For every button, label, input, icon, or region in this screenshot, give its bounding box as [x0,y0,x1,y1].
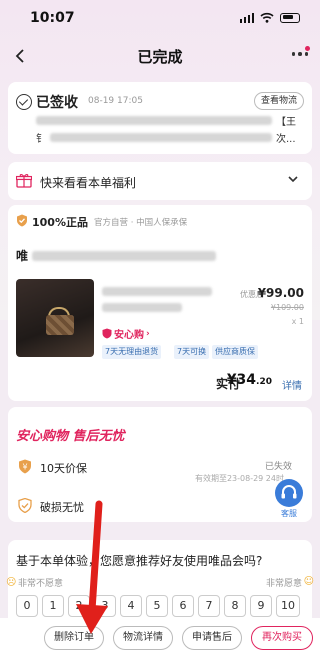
service-tag: 7天可换 [174,345,210,359]
logistics-detail-button[interactable]: 物流详情 [113,626,173,650]
blurred-product-spec-2 [102,303,182,312]
score-option[interactable]: 7 [198,595,220,617]
anxin-label: 安心购 [114,330,144,341]
shield-icon [102,328,112,339]
check-circle-icon [16,94,32,110]
score-option[interactable]: 6 [172,595,194,617]
blurred-address-line-2 [50,133,272,142]
customer-service-label: 客服 [281,509,297,518]
order-card: 100%正品 官方自营 · 中国人保承保 唯 优惠后 ¥99.00 ¥109.0… [8,205,312,401]
blurred-product-title [32,251,216,261]
notification-dot [305,46,310,51]
customer-service-button[interactable]: 客服 [274,479,304,521]
love-face-icon: ☺ [303,576,314,587]
svg-text:¥: ¥ [22,463,27,472]
assurance-row-label: 10天价保 [40,462,87,475]
score-option[interactable]: 0 [16,595,38,617]
nav-bar: 已完成 [0,36,320,76]
signal-icon [239,12,254,23]
product-price: ¥99.00 [257,286,304,300]
original-price: ¥109.00 [270,303,304,312]
delivery-time: 08-19 17:05 [88,96,143,106]
score-option[interactable]: 5 [146,595,168,617]
shield-badge-icon [17,214,27,227]
page-title: 已完成 [137,48,183,66]
battery-icon [280,12,300,23]
more-dot-icon [291,52,295,56]
survey-low-label: 非常不愿意 [18,579,64,589]
assurance-row-label: 破损无忧 [40,501,84,514]
price-protect-icon: ¥ [19,459,31,474]
score-option[interactable]: 9 [250,595,272,617]
welfare-card[interactable]: 快来看看本单福利 [8,162,312,200]
detail-link[interactable]: 详情 [282,377,302,392]
quantity: x 1 [291,317,304,326]
product-title[interactable]: 唯 [16,247,28,264]
paid-value: ¥34.20 [226,372,272,388]
assurance-card: 安心购物 售后无忧 ¥ 10天价保 已失效 有效期至23-08-29 24时 破… [8,407,312,522]
status-time: 10:07 [30,10,75,26]
wifi-icon [260,12,274,23]
score-option[interactable]: 10 [276,595,300,617]
address-fragment: 【王 [276,117,296,128]
status-icons [239,12,300,23]
assurance-title: 安心购物 售后无忧 [16,429,125,444]
anxin-tag[interactable]: 安心购 › [102,326,150,341]
score-option[interactable]: 2 [68,595,90,617]
shield-check-icon [18,498,32,513]
survey-high-label: 非常愿意 [265,579,302,589]
score-option[interactable]: 1 [42,595,64,617]
address-fragment-3: 次... [276,134,296,145]
chevron-down-icon [288,176,298,183]
gift-icon [16,174,32,188]
genuine-label: 100%正品 [32,216,88,229]
assurance-date: 有效期至23-08-29 24时 [194,474,284,483]
buy-again-button[interactable]: 再次购买 [251,626,313,650]
score-option[interactable]: 3 [94,595,116,617]
assurance-status: 已失效 [264,462,292,472]
more-button[interactable] [291,52,308,56]
survey-question: 基于本单体验，您愿意推荐好友使用唯品会吗? [16,554,263,568]
chevron-right-icon: › [146,328,150,339]
blurred-product-spec-1 [102,287,212,296]
service-tag: 7天无理由退货 [102,345,162,359]
bottom-action-bar: 删除订单 物流详情 申请售后 再次购买 [0,618,320,662]
welfare-text: 快来看看本单福利 [40,176,137,190]
delete-order-button[interactable]: 删除订单 [44,626,104,650]
status-bar: 10:07 [0,0,320,36]
score-option[interactable]: 4 [120,595,142,617]
address-fragment-2: 钅 [36,134,46,145]
score-option[interactable]: 8 [224,595,246,617]
delivery-status-title: 已签收 [36,95,78,111]
view-logistics-button[interactable]: 查看物流 [253,92,304,110]
product-image[interactable] [16,279,94,357]
headset-icon [275,479,303,507]
apply-after-sales-button[interactable]: 申请售后 [182,626,242,650]
service-tag: 供应商质保 [212,345,258,359]
delivery-status-card: 已签收 08-19 17:05 查看物流 【王 钅 次... [8,82,312,154]
genuine-subtitle: 官方自营 · 中国人保承保 [94,218,188,228]
blurred-address-line-1 [36,116,272,125]
sad-face-icon: ☹ [6,577,17,588]
